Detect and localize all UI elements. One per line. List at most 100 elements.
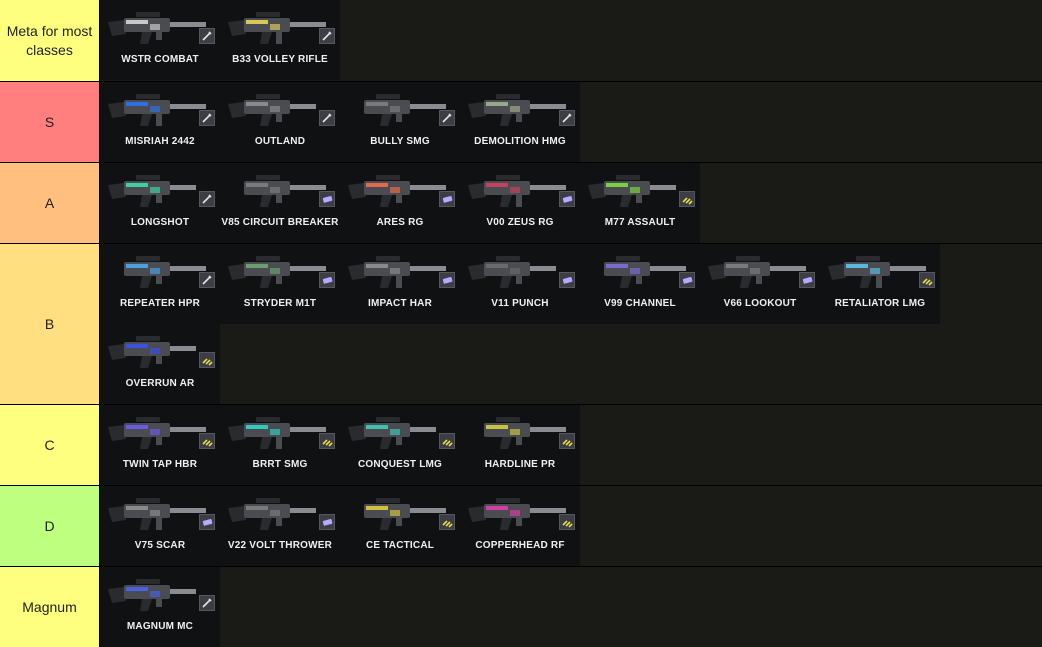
weapon-image [466, 90, 570, 130]
tier-row: Magnum MAGNUM MC [0, 567, 1042, 647]
tier-row: C TWIN TAP HBR BRRT SMG CONQUEST LMG HAR… [0, 405, 1042, 485]
weapon-card[interactable]: V75 SCAR [100, 486, 220, 566]
pencil-icon [199, 272, 215, 288]
weapon-name: IMPACT HAR [367, 298, 433, 309]
weapon-image [106, 575, 210, 615]
weapon-image [706, 252, 810, 292]
weapon-name: LONGSHOT [130, 217, 190, 228]
weapon-name: CE TACTICAL [365, 540, 435, 551]
weapon-name: MAGNUM MC [126, 621, 194, 632]
weapon-image [226, 494, 330, 534]
tier-items: WSTR COMBAT B33 VOLLEY RIFLE [100, 0, 1042, 81]
weapon-card[interactable]: OVERRUN AR [100, 324, 220, 404]
chip-icon [679, 272, 695, 288]
tier-label[interactable]: Meta for most classes [0, 0, 100, 81]
weapon-image [106, 332, 210, 372]
weapon-name: MISRIAH 2442 [125, 136, 195, 147]
chip-icon [319, 191, 335, 207]
weapon-card[interactable]: V00 ZEUS RG [460, 163, 580, 243]
pencil-icon [199, 595, 215, 611]
tier-label[interactable]: Magnum [0, 567, 100, 647]
weapon-image [346, 90, 450, 130]
tier-label[interactable]: C [0, 405, 100, 485]
weapon-card[interactable]: TWIN TAP HBR [100, 405, 220, 485]
weapon-name: CONQUEST LMG [357, 459, 443, 470]
tier-items: MAGNUM MC [100, 567, 1042, 647]
weapon-image [346, 252, 450, 292]
weapon-card[interactable]: WSTR COMBAT [100, 0, 220, 80]
weapon-card[interactable]: V85 CIRCUIT BREAKER [220, 163, 340, 243]
tier-items: LONGSHOT V85 CIRCUIT BREAKER ARES RG V00… [100, 163, 1042, 243]
weapon-name: TWIN TAP HBR [122, 459, 198, 470]
weapon-card[interactable]: CONQUEST LMG [340, 405, 460, 485]
chip-icon [559, 191, 575, 207]
weapon-card[interactable]: OUTLAND [220, 82, 340, 162]
weapon-image [826, 252, 930, 292]
tier-items: V75 SCAR V22 VOLT THROWER CE TACTICAL CO… [100, 486, 1042, 566]
chip-icon [319, 514, 335, 530]
tier-label[interactable]: A [0, 163, 100, 243]
weapon-card[interactable]: ARES RG [340, 163, 460, 243]
tier-row: Meta for most classes WSTR COMBAT B33 VO… [0, 0, 1042, 81]
weapon-image [106, 252, 210, 292]
tier-row: A LONGSHOT V85 CIRCUIT BREAKER ARES RG V… [0, 163, 1042, 243]
weapon-card[interactable]: COPPERHEAD RF [460, 486, 580, 566]
tier-items: TWIN TAP HBR BRRT SMG CONQUEST LMG HARDL… [100, 405, 1042, 485]
tier-row: S MISRIAH 2442 OUTLAND BULLY SMG DEMOLIT… [0, 82, 1042, 162]
weapon-image [346, 171, 450, 211]
pencil-icon [559, 110, 575, 126]
tier-label[interactable]: B [0, 244, 100, 404]
weapon-name: ARES RG [376, 217, 424, 228]
weapon-name: WSTR COMBAT [121, 54, 199, 65]
weapon-card[interactable]: HARDLINE PR [460, 405, 580, 485]
weapon-card[interactable]: BRRT SMG [220, 405, 340, 485]
weapon-card[interactable]: V99 CHANNEL [580, 244, 700, 324]
weapon-name: DEMOLITION HMG [474, 136, 566, 147]
weapon-card[interactable]: MAGNUM MC [100, 567, 220, 647]
weapon-card[interactable]: STRYDER M1T [220, 244, 340, 324]
weapon-card[interactable]: V22 VOLT THROWER [220, 486, 340, 566]
weapon-card[interactable]: LONGSHOT [100, 163, 220, 243]
weapon-image [466, 252, 570, 292]
tier-label[interactable]: D [0, 486, 100, 566]
weapon-card[interactable]: BULLY SMG [340, 82, 460, 162]
weapon-card[interactable]: RETALIATOR LMG [820, 244, 940, 324]
weapon-card[interactable]: V11 PUNCH [460, 244, 580, 324]
weapon-name: OUTLAND [254, 136, 306, 147]
weapon-card[interactable]: REPEATER HPR [100, 244, 220, 324]
weapon-name: BULLY SMG [370, 136, 430, 147]
weapon-card[interactable]: IMPACT HAR [340, 244, 460, 324]
weapon-image [466, 171, 570, 211]
weapon-card[interactable]: M77 ASSAULT [580, 163, 700, 243]
weapon-name: OVERRUN AR [125, 378, 195, 389]
weapon-image [106, 413, 210, 453]
ammo-icon [559, 433, 575, 449]
ammo-icon [679, 191, 695, 207]
weapon-image [346, 494, 450, 534]
weapon-name: V85 CIRCUIT BREAKER [221, 217, 339, 228]
weapon-card[interactable]: V66 LOOKOUT [700, 244, 820, 324]
weapon-image [106, 90, 210, 130]
tier-items: MISRIAH 2442 OUTLAND BULLY SMG DEMOLITIO… [100, 82, 1042, 162]
weapon-card[interactable]: DEMOLITION HMG [460, 82, 580, 162]
tier-label[interactable]: S [0, 82, 100, 162]
weapon-card[interactable]: CE TACTICAL [340, 486, 460, 566]
weapon-card[interactable]: B33 VOLLEY RIFLE [220, 0, 340, 80]
weapon-name: V99 CHANNEL [604, 298, 676, 309]
weapon-image [586, 252, 690, 292]
ammo-icon [919, 272, 935, 288]
weapon-name: V75 SCAR [134, 540, 186, 551]
weapon-image [586, 171, 690, 211]
ammo-icon [439, 433, 455, 449]
ammo-icon [439, 514, 455, 530]
weapon-image [466, 494, 570, 534]
weapon-image [466, 413, 570, 453]
weapon-card[interactable]: MISRIAH 2442 [100, 82, 220, 162]
weapon-image [226, 252, 330, 292]
weapon-name: M77 ASSAULT [604, 217, 676, 228]
weapon-image [226, 413, 330, 453]
weapon-name: V66 LOOKOUT [723, 298, 797, 309]
chip-icon [559, 272, 575, 288]
pencil-icon [199, 28, 215, 44]
ammo-icon [199, 433, 215, 449]
